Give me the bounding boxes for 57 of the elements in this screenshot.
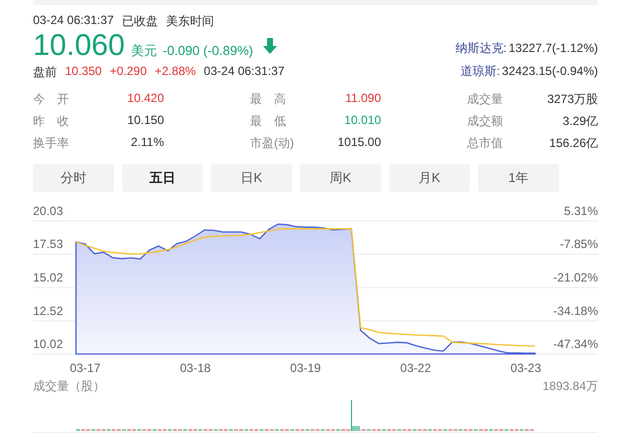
stat-value: 2.11% [130,135,164,151]
stat-value: 10.010 [344,113,381,129]
stat-label: 市盈(动) [250,135,294,152]
y-axis-label: 10.02 [33,337,64,351]
quote-datetime: 03-24 06:31:37 [33,13,114,29]
stat-label: 今 开 [33,91,69,108]
stat-value: 3273万股 [547,91,598,108]
price-change: -0.090 (-0.89%) [162,43,254,58]
premarket-time: 03-24 06:31:37 [204,64,285,80]
chart-period-tab[interactable]: 五日 [122,164,203,192]
y-axis-label: 17.53 [33,237,64,252]
volume-max-label: 1893.84万 [542,378,598,395]
stat-value: 156.26亿 [549,135,598,152]
index-name: 纳斯达克: [455,41,507,55]
down-arrow-icon [263,38,278,54]
volume-title: 成交量（股） [33,378,105,395]
stat-value: 10.150 [127,113,164,129]
x-axis-label: 03-23 [510,361,542,374]
premarket-label: 盘前 [33,64,57,81]
chart-period-tab[interactable]: 1年 [478,164,559,192]
percent-axis-label: -47.34% [553,337,598,351]
x-axis-label: 03-18 [180,361,211,374]
chart-period-tab[interactable]: 月K [389,164,470,192]
y-axis-label: 15.02 [33,270,64,285]
stat-value: 1015.00 [338,135,381,151]
chart-period-tab[interactable]: 日K [211,164,292,192]
stat-label: 总市值 [467,135,503,152]
stat-value: 11.090 [345,91,381,107]
premarket-change: +0.290 [110,64,147,80]
percent-axis-label: -7.85% [560,237,598,252]
stat-label: 最 低 [250,113,286,130]
y-axis-label: 20.03 [33,204,64,218]
stat-label: 最 高 [250,91,286,108]
chart-period-tab[interactable]: 周K [300,164,381,192]
x-axis-label: 03-17 [70,361,101,374]
percent-axis-label: 5.31% [564,204,598,218]
chart-period-tab[interactable]: 分时 [33,164,114,192]
market-status: 已收盘 [122,13,158,30]
stat-label: 换手率 [33,135,69,152]
stat-label: 成交额 [467,113,503,130]
premarket-percent: +2.88% [154,64,196,80]
premarket-price: 10.350 [65,64,102,80]
index-name: 道琼斯: [460,64,500,78]
stat-label: 昨 收 [33,113,69,130]
index-value: 13227.7(-1.12%) [508,41,598,55]
stock-price: 10.060 [33,30,125,62]
currency-label: 美元 [130,42,157,60]
timezone-label: 美东时间 [166,13,214,30]
x-axis-label: 03-22 [400,361,431,374]
index-value: 32423.15(-0.94%) [502,64,598,78]
stat-value: 10.420 [127,91,164,107]
percent-axis-label: -21.02% [553,270,598,285]
y-axis-label: 12.52 [33,304,64,318]
stat-label: 成交量 [467,91,503,108]
percent-axis-label: -34.18% [553,304,598,318]
stat-value: 3.29亿 [562,113,598,130]
x-axis-label: 03-19 [290,361,321,374]
